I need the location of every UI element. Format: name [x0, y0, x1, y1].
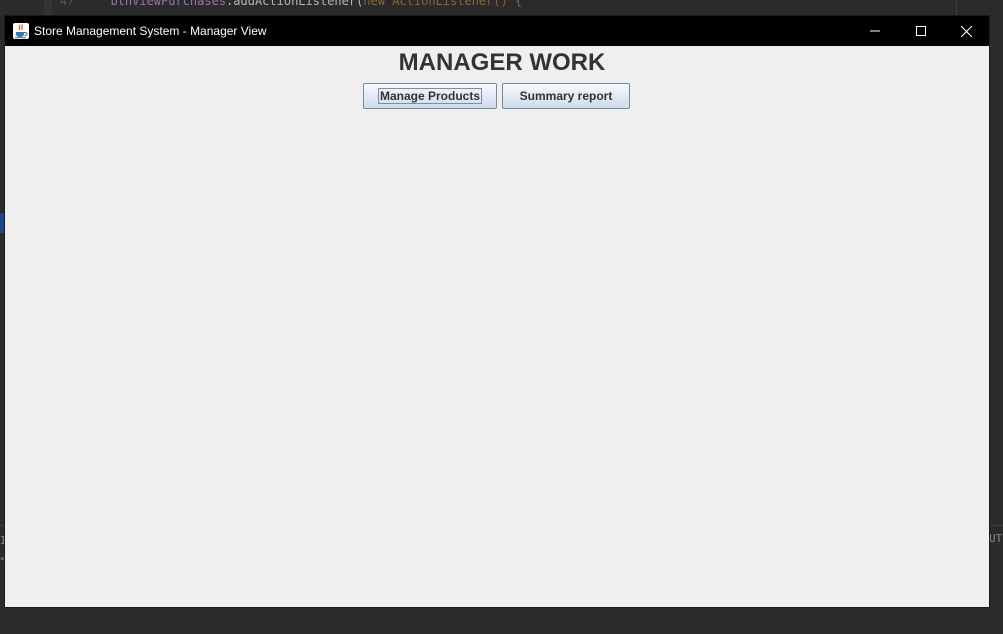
manage-products-label: Manage Products — [377, 88, 483, 104]
ide-selection-marker — [0, 213, 4, 233]
close-icon — [960, 25, 972, 37]
minimize-button[interactable] — [852, 16, 898, 46]
ide-code-method: .addActionListener( — [226, 0, 364, 8]
ide-gutter — [44, 0, 52, 16]
java-cup-icon[interactable] — [13, 23, 29, 39]
ide-code-identifier: btnViewPurchases — [110, 0, 227, 8]
summary-report-button[interactable]: Summary report — [502, 83, 630, 109]
manager-view-window: Store Management System - Manager View M… — [5, 16, 989, 607]
ide-divider — [956, 0, 957, 16]
maximize-icon — [916, 26, 926, 36]
page-title: MANAGER WORK — [398, 49, 606, 76]
ide-code-line: 47 btnViewPurchases.addActionListener(new… — [60, 0, 960, 14]
minimize-icon — [870, 30, 880, 32]
close-button[interactable] — [943, 16, 989, 46]
ide-right-fragment: UTI — [989, 532, 1003, 545]
manage-products-button[interactable]: Manage Products — [363, 83, 497, 109]
window-titlebar[interactable]: Store Management System - Manager View — [5, 16, 989, 46]
window-title: Store Management System - Manager View — [34, 24, 267, 38]
maximize-button[interactable] — [898, 16, 944, 46]
summary-report-label: Summary report — [519, 89, 613, 103]
ide-line-number: 47 — [60, 0, 75, 8]
ide-code-keyword: new ActionListener() { — [363, 0, 523, 8]
content-panel: MANAGER WORK Manage Products Summary rep… — [5, 46, 989, 607]
